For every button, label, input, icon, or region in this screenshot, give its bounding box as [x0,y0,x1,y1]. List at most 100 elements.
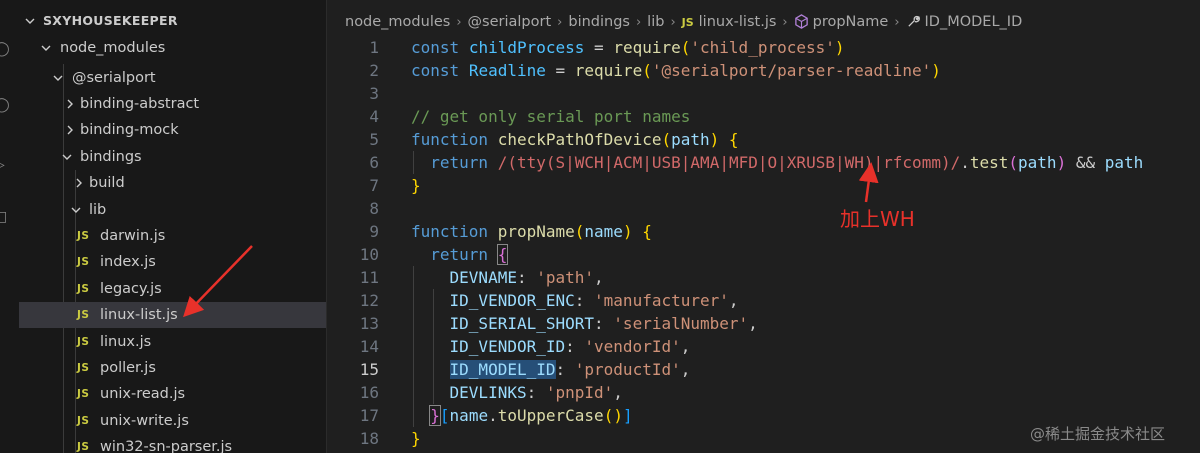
breadcrumb-item[interactable]: @serialport [468,14,552,30]
tree-item-node-modules[interactable]: node_modules [19,35,326,61]
code-line-6: return /(tty(S|WCH|ACM|USB|AMA|MFD|O|XRU… [430,153,1144,172]
code-token: '@serialport/parser-readline' [651,61,932,80]
code-token: childProcess [468,38,585,57]
tree-item-binding-mock[interactable]: binding-mock [19,117,326,143]
code-token: name [584,222,623,241]
code-token: ID_VENDOR_ENC [449,291,575,310]
breadcrumb-file[interactable]: linux-list.js [699,14,777,30]
run-debug-icon[interactable]: ▷ [0,158,8,172]
explorer-root-header[interactable]: SXYHOUSEKEEPER [19,8,326,34]
code-line-1: const childProcess = require('child_proc… [411,38,845,57]
code-token: DEVLINKS [449,383,527,402]
extensions-icon[interactable]: □ [0,210,8,224]
watermark: @稀土掘金技术社区 [1030,425,1166,443]
tree-item-label: legacy.js [100,281,162,297]
breadcrumb-separator-icon: › [635,15,642,30]
code-token: require [574,61,643,80]
code-line-10: return { [430,244,509,265]
code-comment: // get only serial port names [411,107,691,126]
code-editor[interactable]: 1 2 3 4 5 6 7 8 9 10 11 12 13 14 15 16 1… [327,36,1200,453]
code-token: require [613,38,681,57]
code-token: function [411,222,489,241]
line-number: 18 [359,429,379,448]
search-icon[interactable]: ◯ [0,98,10,112]
chevron-down-icon [62,152,72,162]
line-number: 8 [369,199,379,218]
breadcrumb: node_modules › @serialport › bindings › lib › JS… [327,8,1200,36]
tree-item-label: linux.js [100,334,152,350]
tree-item-lib[interactable]: lib [19,197,326,223]
tree-item-label: bindings [80,149,142,165]
tree-item-label: lib [89,202,107,218]
tree-item-linux-list-js[interactable]: JS linux-list.js [19,302,326,328]
code-token: return [430,153,489,172]
tree-item-label: index.js [100,254,156,270]
code-line-17: }[name.toUpperCase()] [429,405,633,426]
tree-item-index-js[interactable]: JS index.js [19,249,326,275]
code-line-9: function propName(name) { [411,222,652,241]
line-number: 1 [369,38,379,57]
code-token: propName [497,222,575,241]
chevron-down-icon [53,73,63,83]
js-file-icon: JS [77,388,90,400]
explorer-icon[interactable]: ◯ [0,42,10,56]
line-number: 5 [369,130,379,149]
breadcrumb-property[interactable]: ID_MODEL_ID [925,14,1023,30]
code-line-12: ID_VENDOR_ENC: 'manufacturer', [449,291,739,310]
tree-item-legacy-js[interactable]: JS legacy.js [19,276,326,302]
line-number: 7 [369,176,379,195]
js-file-icon: JS [77,336,90,348]
tree-item-linux-js[interactable]: JS linux.js [19,329,326,355]
tree-item-label: build [89,175,125,191]
chevron-down-icon [71,205,81,215]
code-token: 'pnpId' [545,383,614,402]
code-line-13: ID_SERIAL_SHORT: 'serialNumber', [449,314,758,333]
tree-item-unix-read-js[interactable]: JS unix-read.js [19,381,326,407]
chevron-down-icon [25,16,35,26]
code-token: toUpperCase [497,406,604,425]
js-file-icon: JS [77,415,90,427]
breadcrumb-item[interactable]: lib [647,14,664,30]
tree-item-win32-sn-parser-js[interactable]: JS win32-sn-parser.js [19,434,326,453]
code-line-16: DEVLINKS: 'pnpId', [449,383,623,402]
tree-item-label: unix-read.js [100,386,186,402]
tree-item-binding-abstract[interactable]: binding-abstract [19,91,326,117]
tree-item-label: binding-abstract [80,96,200,112]
tree-item-darwin-js[interactable]: JS darwin.js [19,223,326,249]
code-token: Readline [468,61,546,80]
tree-item-label: unix-write.js [100,413,189,429]
chevron-down-icon [41,43,51,53]
code-line-7: } [411,176,421,195]
tree-item-serialport[interactable]: @serialport [19,65,326,91]
line-number: 2 [369,61,379,80]
tree-item-label: linux-list.js [100,307,178,323]
code-token: ID_SERIAL_SHORT [449,314,595,333]
code-token: 'path' [536,268,595,287]
tree-item-label: darwin.js [100,228,166,244]
line-number: 3 [369,84,379,103]
chevron-right-icon [65,125,75,135]
breadcrumb-item[interactable]: bindings [568,14,630,30]
breadcrumb-symbol[interactable]: propName [813,14,889,30]
code-line-5: function checkPathOfDevice(path) { [411,130,739,149]
breadcrumb-separator-icon: › [894,15,900,30]
line-number-current: 15 [359,360,379,379]
tree-item-build[interactable]: build [19,170,326,196]
breadcrumb-separator-icon: › [670,15,676,30]
js-file-icon: JS [77,309,90,321]
tree-item-unix-write-js[interactable]: JS unix-write.js [19,408,326,434]
code-regex: /(tty(S|WCH|ACM|USB|AMA|MFD|O|XRUSB|WH)|… [497,153,961,172]
breadcrumb-separator-icon: › [557,15,563,30]
tree-item-poller-js[interactable]: JS poller.js [19,355,326,381]
activity-bar: ◯ ◯ ▷ □ [0,0,20,453]
code-token: 'child_process' [690,38,835,57]
tree-item-bindings[interactable]: bindings [19,144,326,170]
code-token-highlighted: ID_MODEL_ID [449,360,556,379]
line-number: 13 [359,314,379,333]
tree-item-label: node_modules [60,40,166,56]
js-file-icon: JS [77,283,90,295]
breadcrumb-item[interactable]: node_modules [327,14,450,30]
js-file-icon: JS [681,16,694,29]
line-number: 10 [359,245,379,264]
code-token: ID_VENDOR_ID [449,337,566,356]
